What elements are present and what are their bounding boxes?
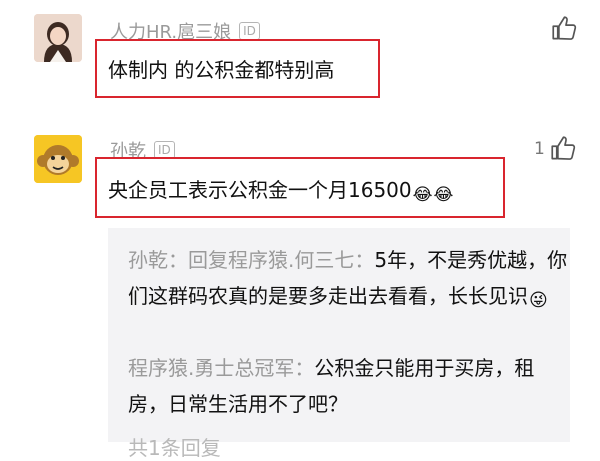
reply-prefix: 孙乾：回复程序猿.何三七：	[128, 248, 375, 272]
reply-item[interactable]: 孙乾：回复程序猿.何三七：5年，不是秀优越，你们这群码农真的是要多走出去看看，长…	[128, 242, 568, 319]
more-replies-link[interactable]: 共1条回复	[128, 432, 221, 461]
avatar-sunqian[interactable]	[34, 135, 82, 183]
woman-avatar-icon	[34, 14, 82, 62]
comment-1-like-button[interactable]	[551, 15, 578, 42]
reply-item[interactable]: 程序猿.勇士总冠军：公积金只能用于买房，租房，日常生活用不了吧？	[128, 350, 568, 422]
wink-tongue-emoji: 😜	[529, 290, 548, 311]
avatar-hr-user[interactable]	[34, 14, 82, 62]
comment-2-like-button[interactable]: 1	[534, 135, 577, 162]
comment-1-highlight-box	[95, 39, 380, 98]
thumbs-up-icon	[552, 16, 577, 40]
monkey-avatar-icon	[34, 135, 82, 183]
id-badge: ID	[239, 22, 260, 40]
comment-2-highlight-box	[95, 157, 505, 218]
like-count: 1	[534, 138, 545, 159]
reply-prefix: 程序猿.勇士总冠军：	[128, 356, 315, 380]
thumbs-up-icon	[551, 136, 576, 160]
